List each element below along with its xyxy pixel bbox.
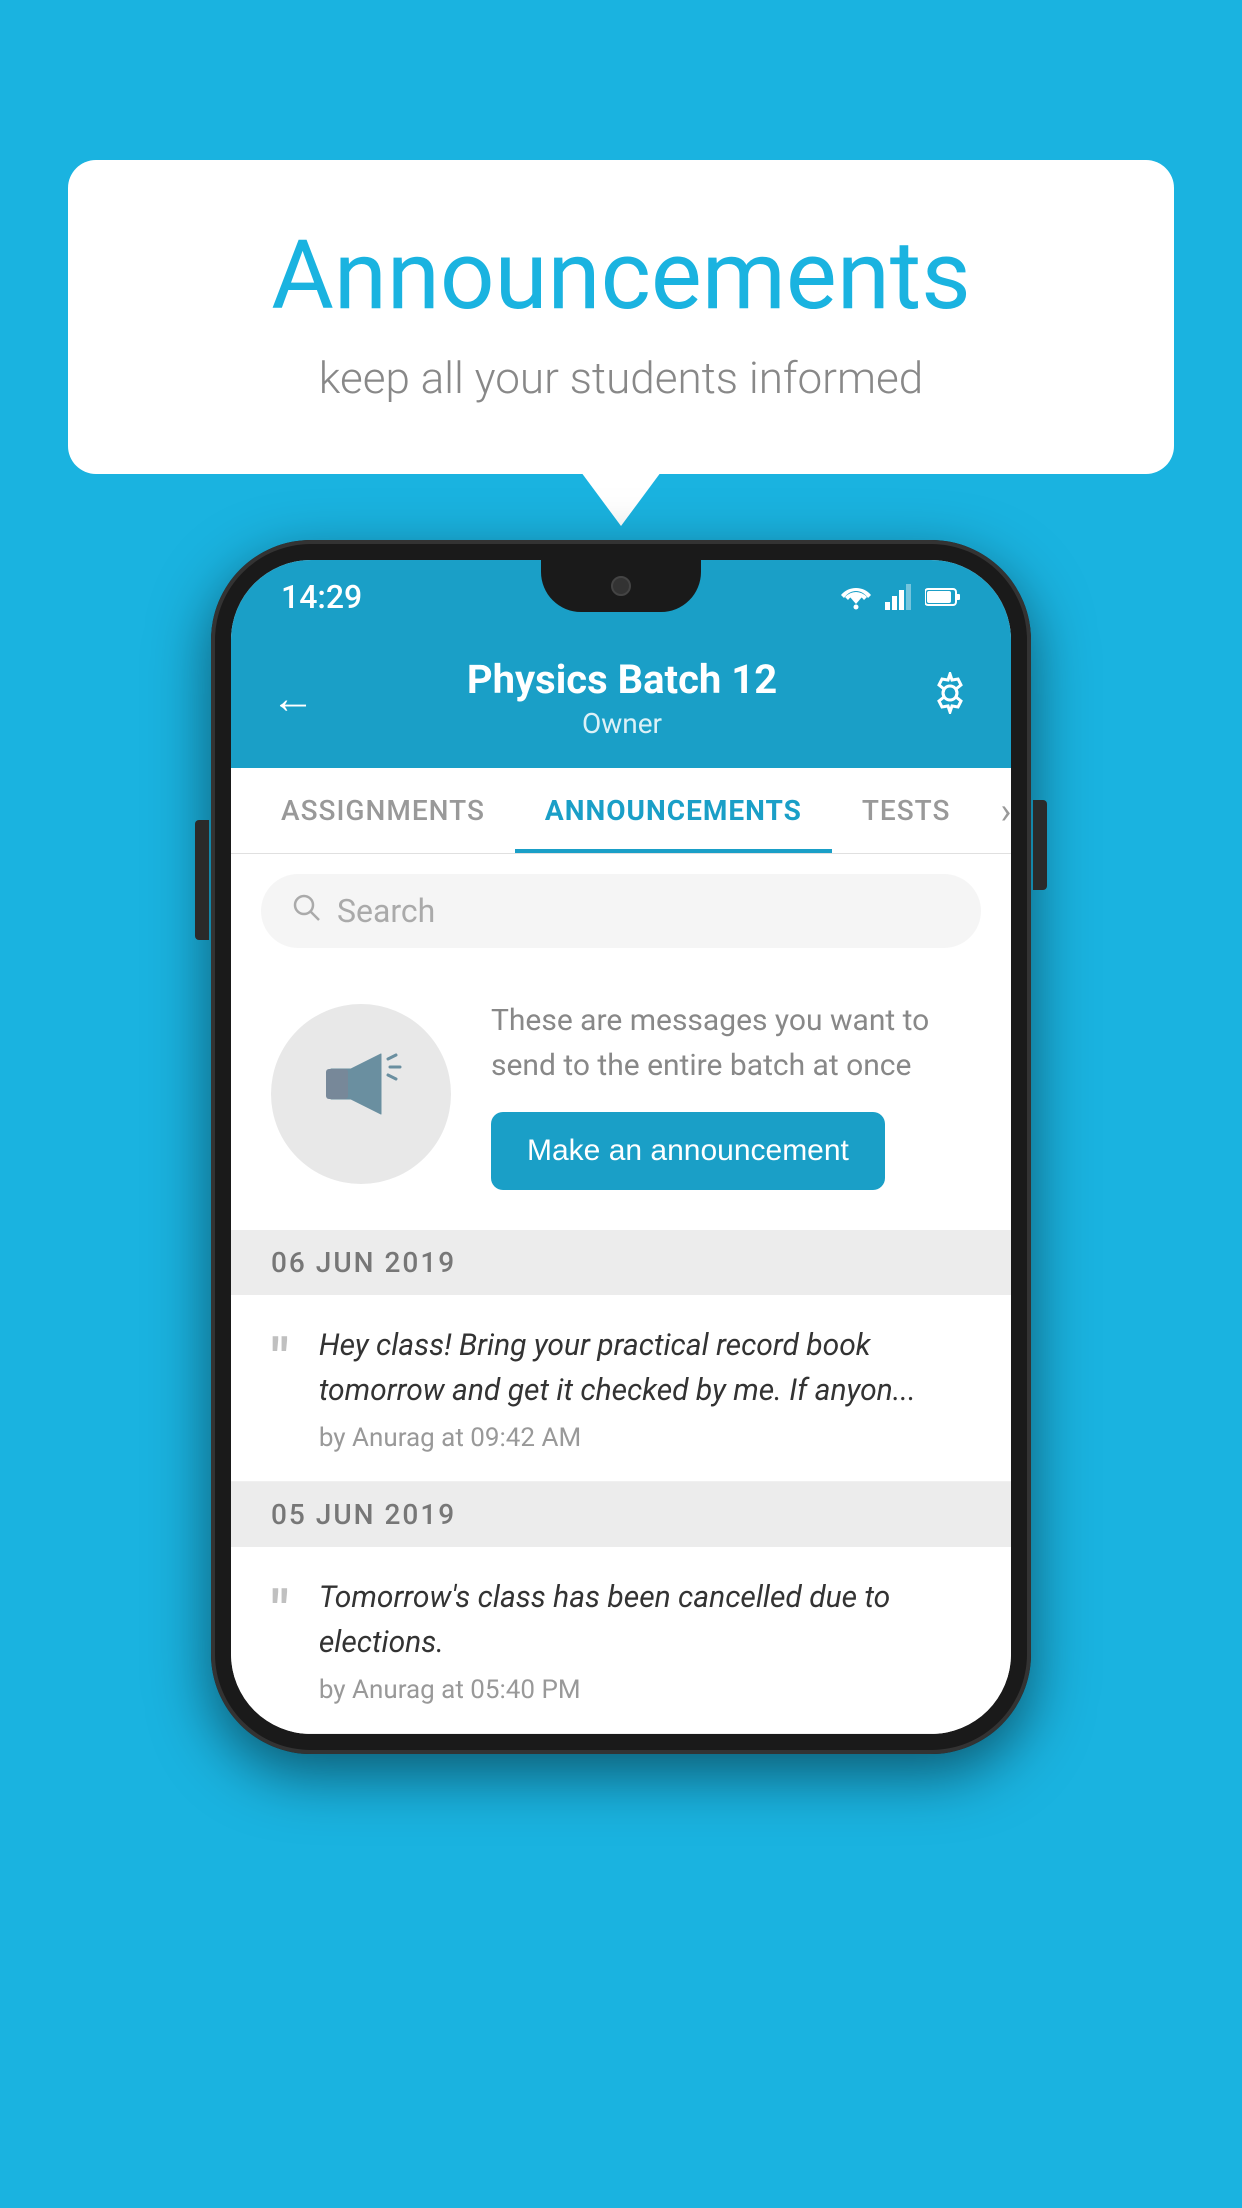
speech-bubble-subtitle: keep all your students informed	[148, 352, 1094, 404]
signal-icon	[885, 584, 913, 610]
back-button[interactable]: ←	[271, 672, 315, 724]
speech-bubble: Announcements keep all your students inf…	[68, 160, 1174, 474]
batch-title: Physics Batch 12	[467, 656, 777, 703]
batch-subtitle: Owner	[467, 707, 777, 740]
announcement-meta-1: by Anurag at 09:42 AM	[319, 1423, 971, 1453]
status-bar: 14:29	[231, 560, 1011, 632]
speech-bubble-wrapper: Announcements keep all your students inf…	[68, 160, 1174, 474]
date-divider-1: 06 JUN 2019	[231, 1230, 1011, 1295]
search-bar[interactable]: Search	[261, 874, 981, 948]
announcement-item-2[interactable]: " Tomorrow's class has been cancelled du…	[231, 1547, 1011, 1734]
tab-more-icon[interactable]: ›	[980, 770, 1011, 852]
phone-wrapper: 14:29	[211, 540, 1031, 1754]
megaphone-icon	[316, 1039, 406, 1149]
notch	[541, 560, 701, 612]
empty-state-description: These are messages you want to send to t…	[491, 998, 971, 1088]
settings-button[interactable]	[929, 672, 971, 724]
search-bar-container: Search	[231, 854, 1011, 968]
status-icons	[839, 584, 961, 610]
status-time: 14:29	[281, 578, 362, 616]
gear-icon	[929, 672, 971, 714]
speech-bubble-title: Announcements	[148, 220, 1094, 332]
announcement-message-1: Hey class! Bring your practical record b…	[319, 1323, 971, 1413]
phone-screen: 14:29	[231, 560, 1011, 1734]
tabs-bar: ASSIGNMENTS ANNOUNCEMENTS TESTS ›	[231, 768, 1011, 854]
app-header: ← Physics Batch 12 Owner	[231, 632, 1011, 768]
tab-announcements[interactable]: ANNOUNCEMENTS	[515, 768, 832, 853]
camera-dot	[611, 576, 631, 596]
wifi-icon	[839, 584, 873, 610]
announcement-text-group-1: Hey class! Bring your practical record b…	[319, 1323, 971, 1453]
announcement-empty-state: These are messages you want to send to t…	[231, 968, 1011, 1230]
search-svg	[291, 892, 321, 922]
announcement-text-group-2: Tomorrow's class has been cancelled due …	[319, 1575, 971, 1705]
tab-assignments[interactable]: ASSIGNMENTS	[251, 768, 515, 853]
make-announcement-button[interactable]: Make an announcement	[491, 1112, 885, 1190]
date-divider-2: 05 JUN 2019	[231, 1482, 1011, 1547]
announcement-info: These are messages you want to send to t…	[491, 998, 971, 1190]
announcement-item-1[interactable]: " Hey class! Bring your practical record…	[231, 1295, 1011, 1482]
announcement-icon-circle	[271, 1004, 451, 1184]
battery-icon	[925, 587, 961, 607]
search-icon	[291, 892, 321, 930]
tab-tests[interactable]: TESTS	[832, 768, 981, 853]
search-placeholder-text: Search	[337, 892, 435, 930]
announcement-message-2: Tomorrow's class has been cancelled due …	[319, 1575, 971, 1665]
quote-icon-1: "	[271, 1331, 289, 1387]
megaphone-svg	[316, 1039, 406, 1129]
phone-outer: 14:29	[211, 540, 1031, 1754]
header-title-group: Physics Batch 12 Owner	[467, 656, 777, 740]
quote-icon-2: "	[271, 1583, 289, 1639]
announcement-meta-2: by Anurag at 05:40 PM	[319, 1675, 971, 1705]
